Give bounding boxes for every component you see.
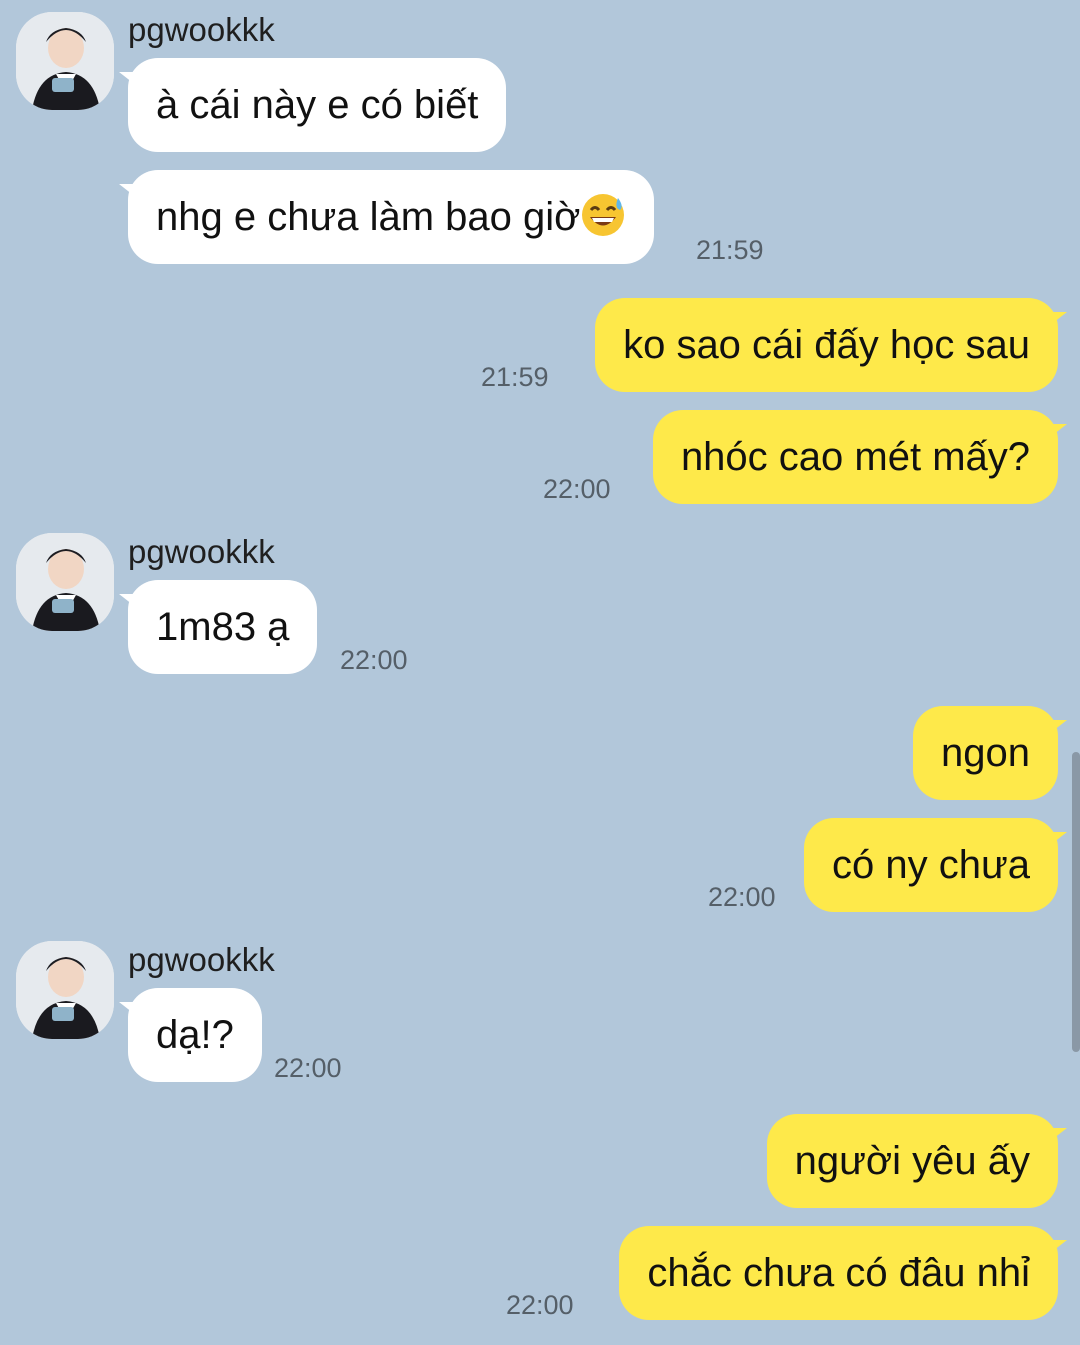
message-time: 22:00 xyxy=(543,474,611,504)
message-bubble-incoming[interactable]: à cái này e có biết xyxy=(128,58,507,152)
message-bubble-outgoing[interactable]: người yêu ấy xyxy=(766,1114,1058,1208)
message-text: dạ!? xyxy=(156,1013,234,1057)
message-text: nhóc cao mét mấy? xyxy=(680,435,1030,479)
message-text: người yêu ấy xyxy=(794,1139,1030,1183)
message-bubble-outgoing[interactable]: nhóc cao mét mấy? xyxy=(652,410,1058,504)
message-text: ko sao cái đấy học sau xyxy=(623,323,1030,367)
message-time: 22:00 xyxy=(708,882,776,912)
message-text: ngon xyxy=(941,731,1030,775)
sender-name: pgwookkk xyxy=(128,941,275,978)
grinning-sweat-emoji-icon xyxy=(582,194,625,236)
scrollbar[interactable] xyxy=(1072,752,1080,1052)
message-bubble-incoming[interactable]: dạ!? xyxy=(128,988,262,1082)
sender-name: pgwookkk xyxy=(128,11,275,48)
message-time: 22:00 xyxy=(274,1053,342,1083)
message-bubble-incoming[interactable]: nhg e chưa làm bao giờ xyxy=(128,170,655,264)
message-text: nhg e chưa làm bao giờ xyxy=(156,195,581,239)
message-time: 21:59 xyxy=(481,362,549,392)
message-bubble-incoming[interactable]: 1m83 ạ xyxy=(128,580,318,674)
message-time: 21:59 xyxy=(696,235,764,265)
message-text: 1m83 ạ xyxy=(156,605,290,649)
message-text: chắc chưa có đâu nhỉ xyxy=(647,1251,1030,1295)
contact-avatar[interactable] xyxy=(16,533,114,631)
message-bubble-outgoing[interactable]: chắc chưa có đâu nhỉ xyxy=(619,1226,1058,1320)
message-bubble-outgoing[interactable]: ngon xyxy=(913,706,1058,800)
message-text: à cái này e có biết xyxy=(156,83,479,127)
message-time: 22:00 xyxy=(506,1290,574,1320)
message-bubble-outgoing[interactable]: có ny chưa xyxy=(804,818,1058,912)
contact-avatar[interactable] xyxy=(16,941,114,1039)
sender-name: pgwookkk xyxy=(128,533,275,570)
contact-avatar[interactable] xyxy=(16,12,114,110)
message-bubble-outgoing[interactable]: ko sao cái đấy học sau xyxy=(595,298,1058,392)
message-time: 22:00 xyxy=(340,645,408,675)
message-text: có ny chưa xyxy=(832,843,1030,887)
